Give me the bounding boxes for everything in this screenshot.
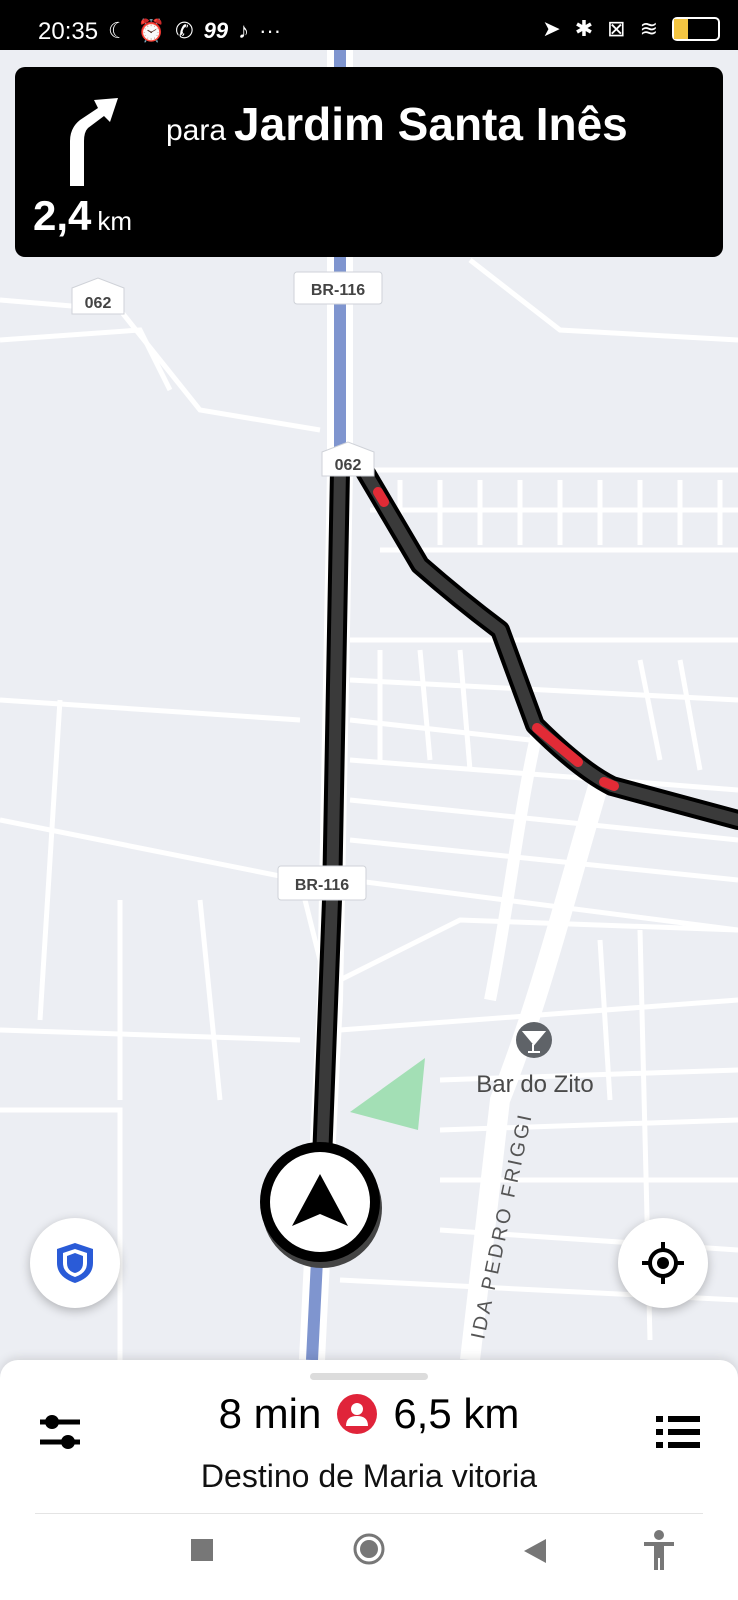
maneuver-card[interactable]: 2,4 km para Jardim Santa Inês [15, 67, 723, 257]
battery-fill [674, 19, 688, 39]
moon-icon: ☾ [108, 18, 128, 43]
vehicle-puck [260, 1142, 382, 1268]
traffic-segment [599, 777, 619, 791]
more-icon: ··· [259, 18, 282, 43]
recents-button[interactable] [190, 1538, 214, 1567]
accessibility-button[interactable] [642, 1530, 676, 1575]
wifi-icon: ≋ [639, 16, 658, 41]
eta: 8 min [218, 1390, 322, 1437]
shield-label: 062 [335, 457, 362, 474]
trip-sheet[interactable]: 8 min 6,5 km Destino de Maria vitoria [0, 1360, 738, 1600]
maneuver-destination: para Jardim Santa Inês [166, 91, 706, 164]
location-arrow-icon: ➤ [542, 16, 561, 41]
person-icon [337, 1394, 378, 1434]
back-button[interactable] [522, 1538, 546, 1569]
recenter-button[interactable] [618, 1218, 708, 1308]
battery-icon: 31 [672, 17, 720, 41]
turn-slight-left-icon [70, 98, 118, 186]
trip-distance: 6,5 km [393, 1390, 520, 1437]
sheet-handle[interactable] [310, 1373, 428, 1380]
shield-label: BR-116 [295, 877, 349, 894]
maneuver-preposition: para [166, 114, 227, 147]
system-icons: ➤ ✱ ⊠ ≋ 31 [542, 16, 720, 42]
99-app-icon: 99 [203, 18, 229, 43]
accessibility-icon [644, 1530, 674, 1570]
trip-summary: 8 min 6,5 km [0, 1390, 738, 1438]
road-shield: BR-116 [293, 271, 383, 305]
traffic-segment [373, 487, 389, 507]
battery-label: 31 [688, 21, 704, 36]
notification-icons: ☾ ⏰ ✆ 99 ♪ ··· [108, 18, 281, 44]
status-time: 20:35 [38, 18, 99, 45]
road-shield: BR-116 [277, 865, 367, 901]
shield-icon [57, 1243, 93, 1283]
alarm-icon: ⏰ [137, 18, 166, 43]
shield-label: 062 [85, 295, 112, 312]
maneuver-distance: 2,4 km [33, 192, 132, 240]
bluetooth-icon: ✱ [574, 16, 594, 41]
triangle-back-icon [524, 1539, 546, 1563]
tiktok-icon: ♪ [238, 18, 250, 43]
divider [35, 1513, 703, 1514]
safety-button[interactable] [30, 1218, 120, 1308]
distance-unit: km [97, 206, 133, 236]
trip-destination: Destino de Maria vitoria [200, 1458, 538, 1494]
no-sim-icon: ⊠ [607, 16, 626, 41]
circle-home-icon [353, 1533, 385, 1565]
shield-label: BR-116 [311, 282, 365, 299]
maneuver-street: Jardim Santa Inês [234, 98, 628, 150]
crosshair-icon [642, 1242, 684, 1284]
list-icon[interactable] [656, 1414, 700, 1450]
square-recents-icon [191, 1539, 213, 1561]
distance-value: 2,4 [33, 192, 92, 239]
whatsapp-icon: ✆ [175, 18, 194, 43]
home-button[interactable] [352, 1532, 386, 1571]
poi-label: Bar do Zito [476, 1071, 593, 1098]
